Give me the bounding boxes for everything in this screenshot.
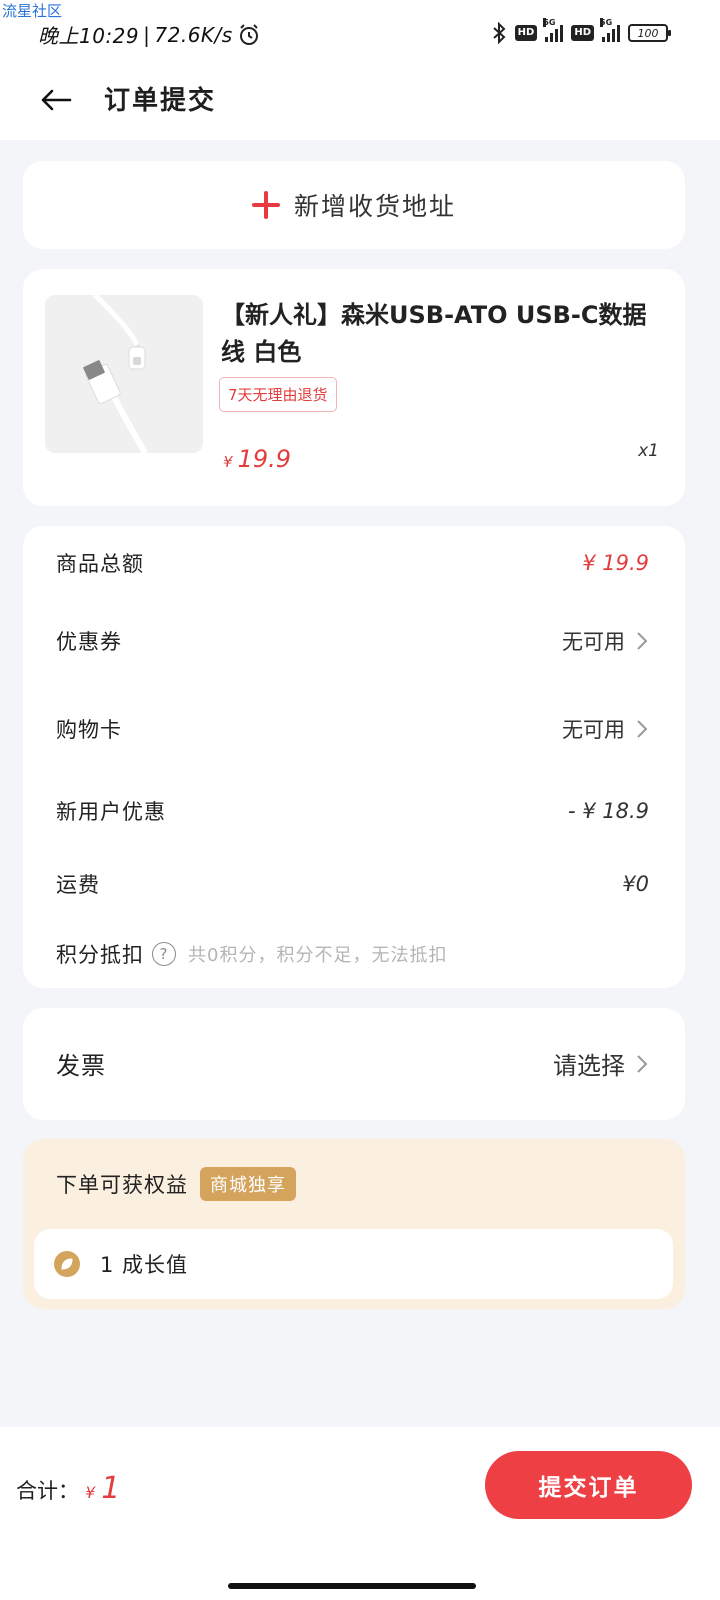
page-title: 订单提交 (104, 86, 217, 116)
benefits-title-group: 下单可获权益 商城独享 (56, 1167, 296, 1201)
hd-badge: HD (514, 25, 538, 41)
battery-icon: 100 (628, 24, 671, 42)
benefits-card: 下单可获权益 商城独享 1 成长值 (23, 1139, 685, 1309)
status-right: HD 5G HD 5G 100 (491, 18, 671, 44)
new-user-discount-value: - ¥ 18.9 (567, 799, 649, 823)
status-time: 晚上10:29 (38, 24, 140, 48)
signal-icon: 5G (543, 18, 564, 42)
network-type: 5G (543, 18, 556, 27)
signal-icon-2: 5G (600, 18, 620, 42)
shipping-label: 运费 (56, 873, 100, 897)
order-total: 合计： ¥ 1 (16, 1471, 120, 1506)
shipping-value: ¥0 (622, 872, 649, 896)
help-icon[interactable]: ? (152, 942, 176, 966)
exclusive-badge: 商城独享 (200, 1167, 296, 1201)
total-label: 合计： (16, 1479, 79, 1503)
add-address-button[interactable]: 新增收货地址 (23, 161, 685, 249)
subtotal-value: ¥ 19.9 (582, 551, 649, 575)
price-value: 19.9 (237, 445, 292, 473)
submit-order-button[interactable]: 提交订单 (485, 1451, 692, 1519)
home-indicator[interactable] (228, 1583, 476, 1589)
battery-level: 100 (637, 26, 659, 40)
product-price: ¥ 19.9 (223, 445, 291, 473)
coupon-value-group: 无可用 (562, 626, 649, 656)
arrow-left-icon[interactable] (38, 82, 74, 118)
product-title: 【新人礼】森米USB-ATO USB-C数据线 白色 (221, 301, 647, 366)
total-symbol: ¥ (85, 1483, 96, 1502)
benefit-item: 1 成长值 (34, 1229, 673, 1299)
growth-value-text: 1 成长值 (100, 1253, 189, 1277)
status-left: 晚上10:29 | 72.6K/s (38, 20, 261, 49)
invoice-label: 发票 (56, 1052, 106, 1080)
invoice-row-inner: 发票 请选择 (56, 1046, 649, 1081)
usb-cable-image (83, 295, 148, 453)
add-address-label: 新增收货地址 (293, 192, 456, 221)
shopping-card-value: 无可用 (562, 718, 625, 742)
bluetooth-icon (492, 22, 506, 44)
coupon-label: 优惠券 (56, 630, 122, 654)
chevron-right-icon (637, 720, 648, 738)
hd-badge-2: HD (571, 25, 594, 41)
shopping-card-label: 购物卡 (56, 718, 122, 742)
product-quantity: x1 (638, 441, 659, 461)
subtotal-label: 商品总额 (56, 552, 144, 576)
points-row: 积分抵扣 ? 共0积分，积分不足，无法抵扣 (56, 939, 649, 969)
price-summary-card: 商品总额 ¥ 19.9 优惠券 无可用 购物卡 无可用 新用户优惠 - ¥ 18… (23, 526, 685, 988)
points-label-group: 积分抵扣 ? (56, 939, 176, 969)
coupon-value: 无可用 (562, 630, 625, 654)
invoice-value-group: 请选择 (553, 1046, 649, 1081)
watermark: 流星社区 (2, 2, 63, 20)
chevron-right-icon (637, 1054, 648, 1073)
shopping-card-value-group: 无可用 (562, 714, 649, 744)
summary-row-subtotal: 商品总额 ¥ 19.9 (56, 548, 649, 578)
bottom-bar: 合计： ¥ 1 提交订单 (0, 1427, 720, 1600)
invoice-row[interactable]: 发票 请选择 (23, 1008, 685, 1120)
total-value: 1 (101, 1471, 121, 1506)
status-bar: 晚上10:29 | 72.6K/s HD 5G HD 5G 100 (0, 0, 720, 64)
points-note: 共0积分，积分不足，无法抵扣 (188, 945, 448, 966)
plus-icon (251, 191, 280, 219)
header: 订单提交 (0, 64, 720, 140)
status-speed: 72.6K/s (154, 22, 233, 47)
leaf-icon (54, 1251, 80, 1277)
shipping-row: 运费 ¥0 (56, 869, 649, 899)
return-policy-tag: 7天无理由退货 (219, 377, 337, 412)
invoice-value: 请选择 (553, 1052, 625, 1080)
chevron-right-icon (637, 632, 648, 650)
network-type-2: 5G (600, 18, 613, 27)
points-label: 积分抵扣 (56, 943, 144, 967)
new-user-discount-label: 新用户优惠 (56, 800, 166, 824)
shopping-card-row[interactable]: 购物卡 无可用 (56, 714, 649, 744)
benefits-title: 下单可获权益 (56, 1173, 188, 1197)
coupon-row[interactable]: 优惠券 无可用 (56, 626, 649, 656)
new-user-discount-row: 新用户优惠 - ¥ 18.9 (56, 796, 649, 826)
product-card[interactable]: 【新人礼】森米USB-ATO USB-C数据线 白色 7天无理由退货 ¥ 19.… (23, 269, 685, 506)
product-image (45, 295, 203, 453)
alarm-icon (239, 23, 258, 45)
status-sep: | (143, 22, 151, 47)
price-symbol: ¥ (223, 453, 233, 471)
